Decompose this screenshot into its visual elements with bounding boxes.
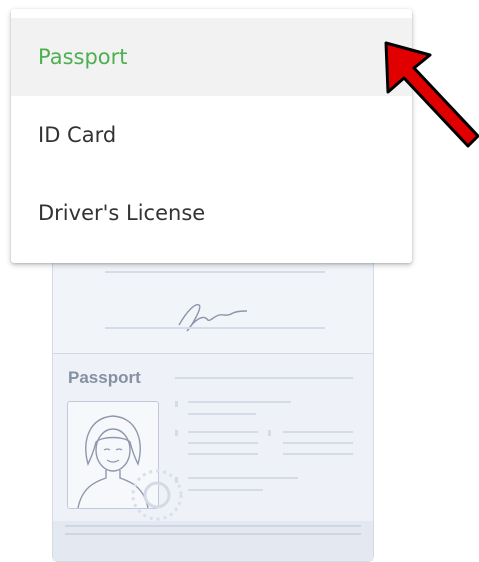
passport-top-line [105,271,325,273]
detail-marker [175,477,178,483]
passport-illustration: Passport [52,230,374,562]
detail-line [188,413,256,415]
option-label: Driver's License [38,201,206,225]
signature-icon [178,304,248,332]
mrz-line [65,533,361,535]
option-label: ID Card [38,123,117,147]
passport-header-line [175,377,353,379]
option-passport[interactable]: Passport [11,18,412,96]
detail-line [188,477,298,479]
detail-marker [268,430,271,436]
detail-line [188,431,258,433]
passport-mrz-band [53,521,373,561]
stamp-icon [131,469,183,521]
detail-line [188,489,263,491]
option-label: Passport [38,45,128,69]
detail-line [283,431,353,433]
option-drivers-license[interactable]: Driver's License [11,174,412,252]
option-id-card[interactable]: ID Card [11,96,412,174]
passport-label: Passport [68,368,141,387]
detail-marker [175,401,178,407]
detail-line [188,453,258,455]
passport-signature-line [105,327,325,329]
detail-line [283,442,353,444]
document-type-dropdown: Passport ID Card Driver's License [11,9,412,263]
detail-line [188,401,291,403]
detail-line [283,453,353,455]
detail-line [188,442,258,444]
red-arrow-icon [384,41,479,148]
detail-marker [175,430,178,436]
mrz-line [65,525,361,527]
